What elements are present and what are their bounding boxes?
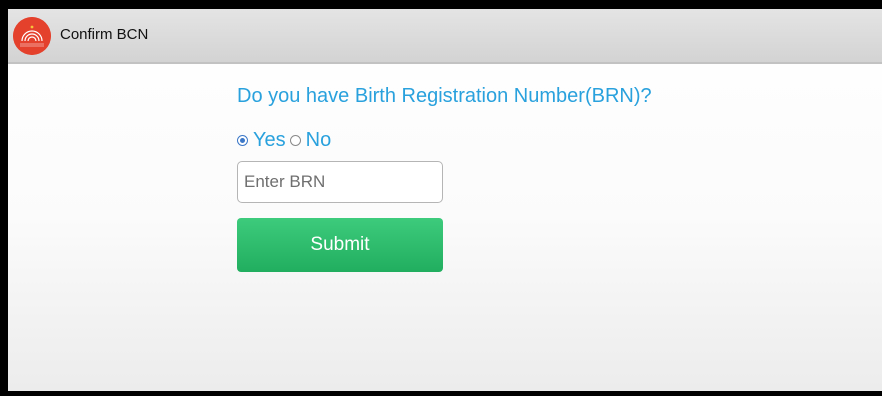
brn-radio-group: Yes No bbox=[237, 128, 335, 152]
radio-no[interactable]: No bbox=[289, 129, 332, 152]
radio-yes-indicator[interactable] bbox=[237, 134, 248, 146]
brn-input[interactable] bbox=[237, 161, 443, 203]
app-title: Confirm BCN bbox=[60, 26, 149, 43]
radio-yes-label[interactable]: Yes bbox=[253, 129, 286, 152]
aadhaar-logo-icon bbox=[13, 17, 51, 55]
app-window: Confirm BCN Do you have Birth Registrati… bbox=[8, 9, 882, 391]
radio-no-label[interactable]: No bbox=[306, 129, 332, 152]
submit-button[interactable]: Submit bbox=[237, 218, 443, 272]
title-bar: Confirm BCN bbox=[8, 9, 882, 64]
radio-no-indicator[interactable] bbox=[289, 134, 301, 146]
brn-question: Do you have Birth Registration Number(BR… bbox=[237, 85, 652, 107]
radio-yes[interactable]: Yes bbox=[237, 129, 286, 152]
